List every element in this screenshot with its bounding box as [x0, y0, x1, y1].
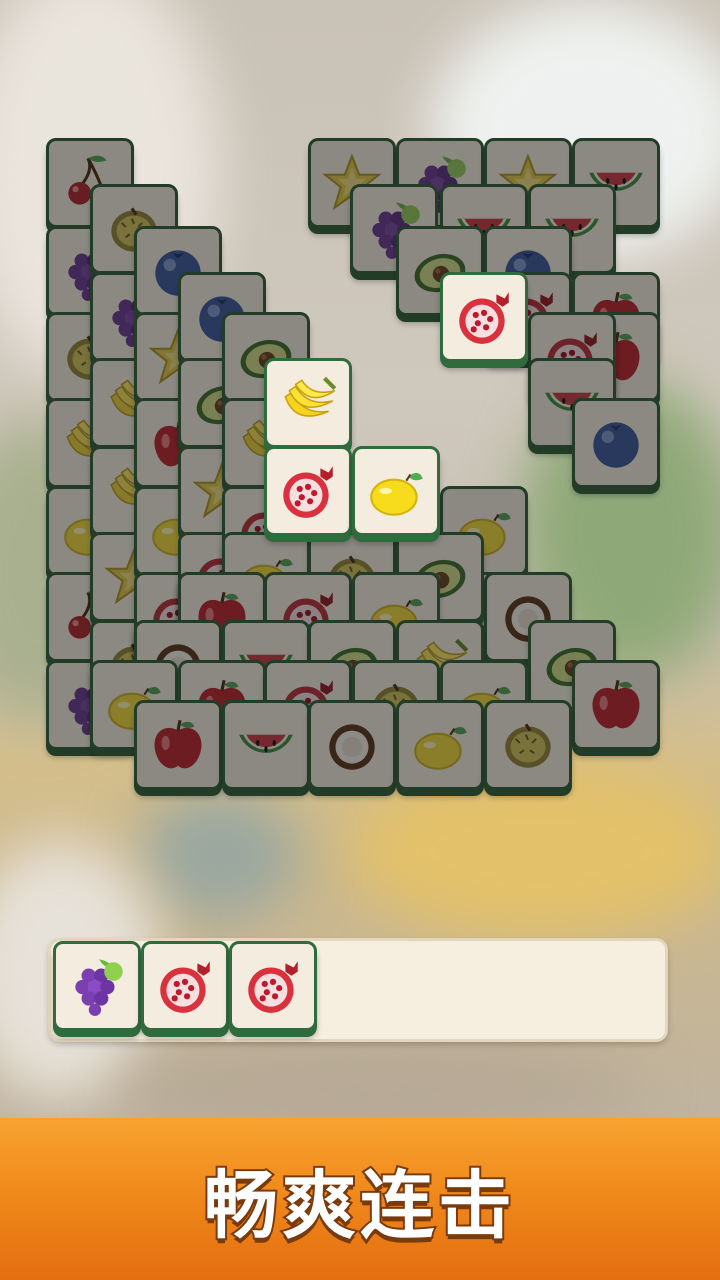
board-tile[interactable]: [134, 700, 222, 790]
board-tile-selectable[interactable]: [440, 272, 528, 362]
watermelon-icon: [233, 712, 299, 778]
board-tile[interactable]: [484, 700, 572, 790]
board-tile[interactable]: [396, 700, 484, 790]
pomegranate-icon: [152, 953, 218, 1019]
tray-slot-tile: [141, 941, 229, 1031]
durian-icon: [495, 712, 561, 778]
grape-icon: [64, 953, 130, 1019]
blueberry-icon: [583, 410, 649, 476]
board-tile[interactable]: [222, 700, 310, 790]
pomegranate-icon: [451, 284, 517, 350]
bottom-banner: 畅爽连击: [0, 1118, 720, 1280]
coconut-icon: [319, 712, 385, 778]
banana-icon: [275, 370, 341, 436]
board-tile-selectable[interactable]: [264, 446, 352, 536]
lemon-icon: [407, 712, 473, 778]
apple-icon: [583, 672, 649, 738]
tray-slot-tile: [53, 941, 141, 1031]
tray-slot-tile: [229, 941, 317, 1031]
match-tray: [48, 938, 668, 1042]
board-tile-selectable[interactable]: [352, 446, 440, 536]
board-tile[interactable]: [308, 700, 396, 790]
lemon-icon: [363, 458, 429, 524]
board-tile-selectable[interactable]: [264, 358, 352, 448]
pomegranate-icon: [240, 953, 306, 1019]
banner-title: 畅爽连击: [202, 1161, 516, 1251]
tile-board: [0, 0, 720, 800]
board-tile[interactable]: [572, 398, 660, 488]
apple-icon: [145, 712, 211, 778]
pomegranate-icon: [275, 458, 341, 524]
board-tile[interactable]: [572, 660, 660, 750]
